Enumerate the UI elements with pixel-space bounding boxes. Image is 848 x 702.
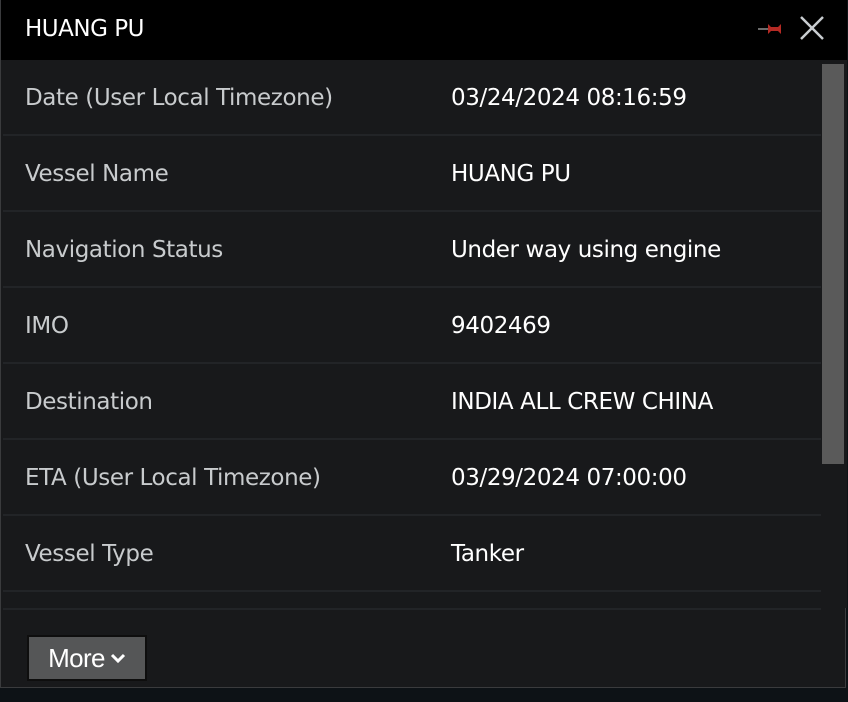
detail-value: Tanker: [451, 541, 524, 567]
detail-value: 03/29/2024 07:00:00: [451, 465, 687, 491]
details-list: Date (User Local Timezone) 03/24/2024 08…: [3, 60, 821, 608]
detail-label: Destination: [25, 389, 153, 415]
chevron-down-icon: [110, 653, 125, 664]
popup-header: HUANG PU: [1, 0, 847, 60]
detail-label: Navigation Status: [25, 237, 223, 263]
vessel-info-popup: HUANG PU Date (User Local Timezone) 03/2…: [0, 0, 847, 688]
detail-label: Vessel Name: [25, 161, 169, 187]
more-button-label: More: [48, 642, 105, 673]
detail-row-navigation-status: Navigation Status Under way using engine: [3, 212, 821, 288]
footer-divider: [3, 608, 821, 610]
detail-row-vessel-name: Vessel Name HUANG PU: [3, 136, 821, 212]
detail-value: INDIA ALL CREW CHINA: [451, 389, 713, 415]
detail-row-imo: IMO 9402469: [3, 288, 821, 364]
detail-label: Date (User Local Timezone): [25, 85, 333, 111]
detail-row-destination: Destination INDIA ALL CREW CHINA: [3, 364, 821, 440]
detail-label: ETA (User Local Timezone): [25, 465, 321, 491]
detail-value: 03/24/2024 08:16:59: [451, 85, 687, 111]
detail-value: HUANG PU: [451, 161, 571, 187]
scrollbar[interactable]: [821, 60, 847, 608]
detail-label: Vessel Type: [25, 541, 154, 567]
more-button[interactable]: More: [27, 635, 147, 681]
detail-row-vessel-type: Vessel Type Tanker: [3, 516, 821, 592]
detail-label: IMO: [25, 313, 69, 339]
detail-row-date: Date (User Local Timezone) 03/24/2024 08…: [3, 60, 821, 136]
pin-icon[interactable]: [758, 22, 784, 36]
detail-row-eta: ETA (User Local Timezone) 03/29/2024 07:…: [3, 440, 821, 516]
detail-value: Under way using engine: [451, 237, 721, 263]
popup-title: HUANG PU: [25, 16, 144, 42]
close-icon[interactable]: [798, 14, 826, 42]
scrollbar-thumb[interactable]: [822, 64, 844, 464]
detail-value: 9402469: [451, 313, 551, 339]
